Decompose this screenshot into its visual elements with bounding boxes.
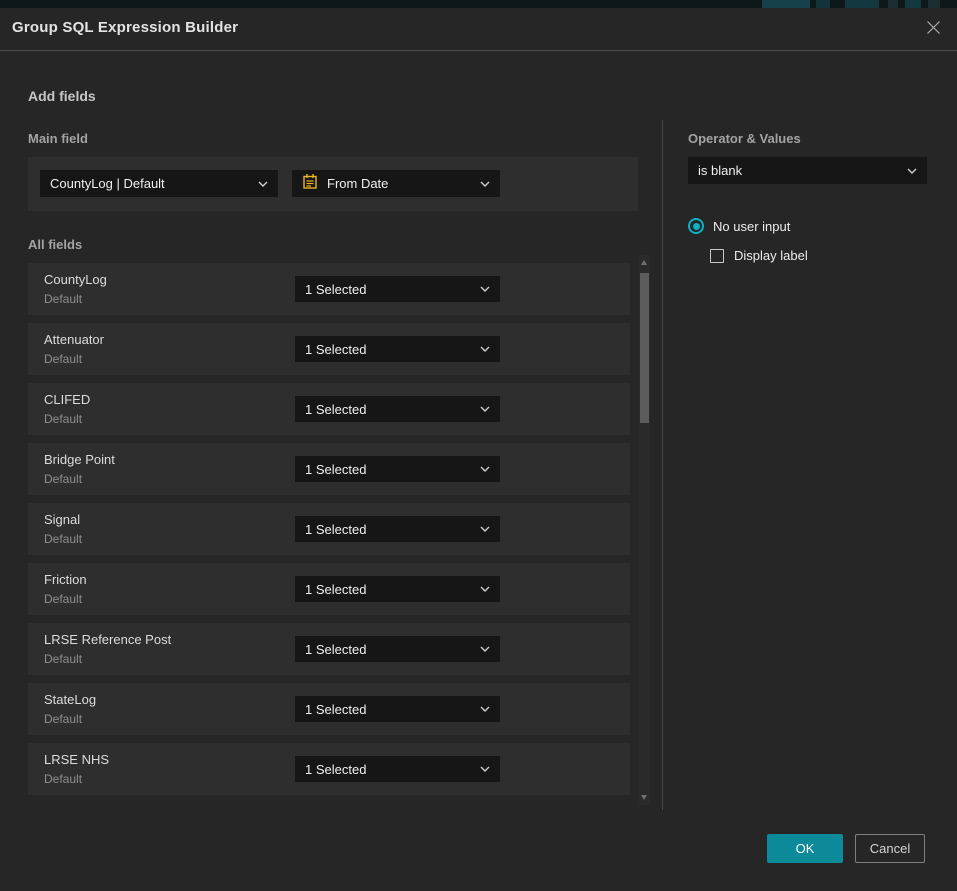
field-row: LRSE NHS Default 1 Selected [28,743,630,795]
field-values-selected-count: 1 Selected [305,282,472,297]
field-row: CLIFED Default 1 Selected [28,383,630,435]
field-name: CountyLog [44,272,107,287]
field-source-label: Default [44,712,82,726]
field-source-label: Default [44,352,82,366]
all-fields-list: CountyLog Default 1 Selected Attenuator … [28,263,630,803]
field-values-select[interactable]: 1 Selected [295,636,500,662]
field-name: StateLog [44,692,96,707]
main-field-panel: CountyLog | Default From Date [28,157,638,211]
chevron-down-icon [258,181,268,187]
field-row: LRSE Reference Post Default 1 Selected [28,623,630,675]
background-app-bar [0,0,957,8]
field-values-select[interactable]: 1 Selected [295,276,500,302]
no-user-input-radio[interactable]: No user input [688,218,790,234]
field-values-selected-count: 1 Selected [305,342,472,357]
field-values-select[interactable]: 1 Selected [295,516,500,542]
field-row: Friction Default 1 Selected [28,563,630,615]
field-values-select[interactable]: 1 Selected [295,456,500,482]
radio-label: No user input [713,219,790,234]
field-row: Attenuator Default 1 Selected [28,323,630,375]
field-source-label: Default [44,532,82,546]
background-toolbar-fragment [816,0,830,8]
chevron-down-icon [480,766,490,772]
chevron-down-icon [480,526,490,532]
main-field-layer-value: CountyLog | Default [50,176,250,191]
group-sql-expression-builder-dialog: Group SQL Expression Builder Add fields … [0,8,957,891]
dialog-title: Group SQL Expression Builder [12,19,238,36]
add-fields-heading: Add fields [28,88,96,104]
field-values-selected-count: 1 Selected [305,582,472,597]
field-name: Signal [44,512,80,527]
main-field-label: Main field [28,131,88,146]
field-name: Bridge Point [44,452,115,467]
chevron-down-icon [480,346,490,352]
field-values-select[interactable]: 1 Selected [295,336,500,362]
field-values-select[interactable]: 1 Selected [295,756,500,782]
scrollbar-thumb[interactable] [640,273,649,423]
checkbox-label: Display label [734,248,808,263]
scrollbar-down-arrow-icon[interactable] [641,795,647,800]
field-source-label: Default [44,412,82,426]
operator-select[interactable]: is blank [688,157,927,184]
field-row: Signal Default 1 Selected [28,503,630,555]
chevron-down-icon [480,466,490,472]
calendar-date-icon [302,173,318,195]
field-values-selected-count: 1 Selected [305,702,472,717]
field-values-select[interactable]: 1 Selected [295,696,500,722]
field-values-selected-count: 1 Selected [305,762,472,777]
field-name: Attenuator [44,332,104,347]
field-source-label: Default [44,772,82,786]
background-toolbar-fragment [845,0,879,8]
field-values-select[interactable]: 1 Selected [295,396,500,422]
chevron-down-icon [480,646,490,652]
field-name: Friction [44,572,87,587]
panel-divider [662,120,663,810]
chevron-down-icon [480,286,490,292]
operator-value: is blank [698,163,899,178]
chevron-down-icon [480,406,490,412]
field-source-label: Default [44,652,82,666]
close-icon [926,20,941,38]
field-source-label: Default [44,292,82,306]
field-name: LRSE Reference Post [44,632,171,647]
background-toolbar-fragment [888,0,898,8]
field-values-selected-count: 1 Selected [305,642,472,657]
chevron-down-icon [907,168,917,174]
radio-selected-icon [688,218,704,234]
field-source-label: Default [44,472,82,486]
chevron-down-icon [480,586,490,592]
field-values-selected-count: 1 Selected [305,522,472,537]
operator-values-label: Operator & Values [688,131,801,146]
field-values-selected-count: 1 Selected [305,462,472,477]
cancel-button[interactable]: Cancel [855,834,925,863]
close-button[interactable] [924,20,942,38]
field-values-selected-count: 1 Selected [305,402,472,417]
chevron-down-icon [480,706,490,712]
fields-list-scrollbar[interactable] [639,255,650,805]
main-field-date-select[interactable]: From Date [292,170,500,197]
display-label-checkbox[interactable]: Display label [710,248,808,263]
checkbox-unchecked-icon [710,249,724,263]
background-toolbar-fragment [905,0,921,8]
ok-button[interactable]: OK [767,834,843,863]
main-field-date-value: From Date [327,176,472,191]
chevron-down-icon [480,181,490,187]
field-values-select[interactable]: 1 Selected [295,576,500,602]
field-row: StateLog Default 1 Selected [28,683,630,735]
scrollbar-up-arrow-icon[interactable] [641,260,647,265]
background-toolbar-fragment [928,0,940,8]
dialog-title-bar: Group SQL Expression Builder [0,8,957,51]
field-name: CLIFED [44,392,90,407]
all-fields-label: All fields [28,237,82,252]
field-source-label: Default [44,592,82,606]
main-field-layer-select[interactable]: CountyLog | Default [40,170,278,197]
field-row: CountyLog Default 1 Selected [28,263,630,315]
field-name: LRSE NHS [44,752,109,767]
background-toolbar-fragment [762,0,810,8]
field-row: Bridge Point Default 1 Selected [28,443,630,495]
